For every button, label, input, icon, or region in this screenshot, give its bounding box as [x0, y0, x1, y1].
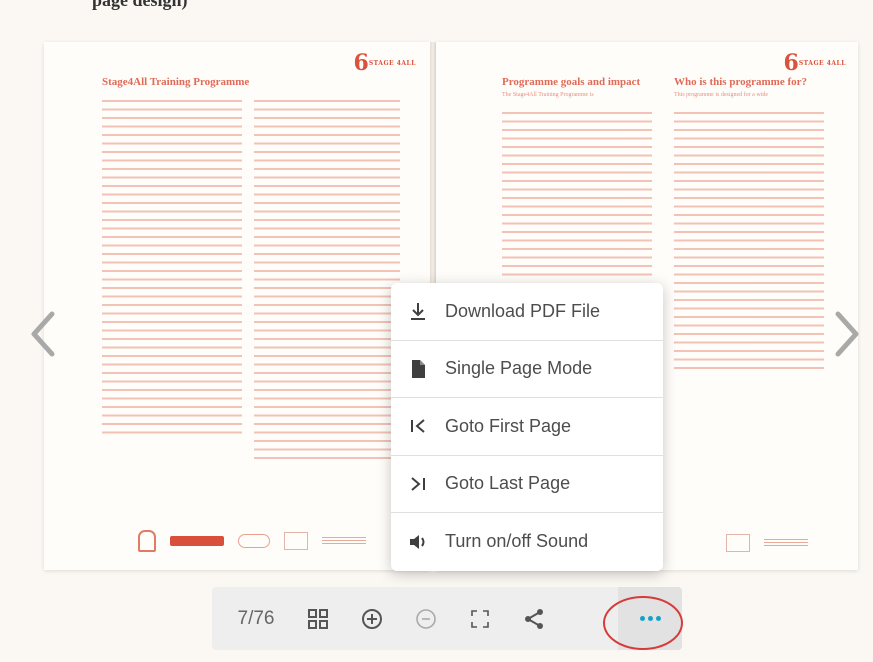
- zoom-out-icon: [416, 608, 436, 629]
- menu-item-toggle-sound[interactable]: Turn on/off Sound: [391, 513, 663, 571]
- more-options-button[interactable]: [618, 587, 682, 650]
- viewer-toolbar: 7/76: [212, 587, 682, 650]
- zoom-in-button[interactable]: [356, 603, 388, 635]
- right-page-subtext-goals: The Stage4All Training Programme is: [502, 92, 594, 98]
- partner-logo: [238, 534, 270, 548]
- brand-logo-text: STAGE 4ALL: [368, 60, 416, 67]
- menu-item-label: Single Page Mode: [445, 358, 593, 379]
- zoom-out-button[interactable]: [410, 603, 442, 635]
- partner-logo: [138, 530, 156, 552]
- brand-logo-mark: 6: [783, 50, 799, 76]
- thumbnails-icon: [308, 608, 328, 629]
- more-icon: [639, 616, 661, 621]
- next-page-button[interactable]: [832, 310, 862, 358]
- brand-logo: 6STAGE 4ALL: [354, 52, 417, 75]
- left-page[interactable]: 6STAGE 4ALL Stage4All Training Programme: [44, 42, 430, 570]
- download-icon: [407, 300, 429, 322]
- partner-logo: [322, 537, 366, 545]
- partner-logo: [284, 532, 308, 550]
- right-page-subtext-audience: This programme is designed for a wide: [674, 92, 768, 98]
- menu-item-label: Goto First Page: [445, 415, 572, 436]
- more-options-menu: Download PDF File Single Page Mode Goto …: [391, 283, 663, 571]
- brand-logo-mark: 6: [353, 50, 369, 76]
- partner-logo: [764, 539, 808, 547]
- menu-item-download-pdf[interactable]: Download PDF File: [391, 283, 663, 341]
- sound-icon: [407, 531, 429, 553]
- chevron-left-icon: [31, 311, 55, 357]
- partner-logo: [170, 536, 224, 546]
- menu-item-goto-last-page[interactable]: Goto Last Page: [391, 456, 663, 513]
- zoom-in-icon: [362, 608, 382, 629]
- partner-logos: [726, 534, 808, 552]
- audience-column-text: [674, 112, 824, 374]
- menu-item-single-page-mode[interactable]: Single Page Mode: [391, 341, 663, 398]
- menu-item-label: Goto Last Page: [445, 473, 571, 494]
- brand-logo-text: STAGE 4ALL: [798, 60, 846, 67]
- left-column-text: [102, 100, 242, 440]
- page-indicator[interactable]: 7/76: [232, 608, 280, 630]
- brand-logo: 6STAGE 4ALL: [784, 52, 847, 75]
- right-page-heading-goals: Programme goals and impact: [502, 76, 641, 88]
- right-column-text: [254, 100, 400, 462]
- chevron-right-icon: [835, 311, 859, 357]
- first-page-icon: [407, 415, 429, 437]
- partner-logos: [138, 530, 366, 552]
- fullscreen-button[interactable]: [464, 603, 496, 635]
- menu-item-label: Turn on/off Sound: [445, 531, 589, 552]
- previous-page-button[interactable]: [28, 310, 58, 358]
- menu-item-goto-first-page[interactable]: Goto First Page: [391, 398, 663, 456]
- left-page-heading: Stage4All Training Programme: [102, 76, 250, 88]
- goals-column-text: [502, 112, 652, 282]
- last-page-icon: [407, 473, 429, 495]
- share-icon: [525, 608, 543, 629]
- right-page-heading-audience: Who is this programme for?: [674, 76, 808, 88]
- menu-item-label: Download PDF File: [445, 300, 601, 321]
- thumbnails-button[interactable]: [302, 603, 334, 635]
- share-button[interactable]: [518, 603, 550, 635]
- document-icon: [407, 358, 429, 380]
- fullscreen-icon: [471, 609, 489, 628]
- partner-logo: [726, 534, 750, 552]
- page-top-title: page design): [92, 0, 188, 10]
